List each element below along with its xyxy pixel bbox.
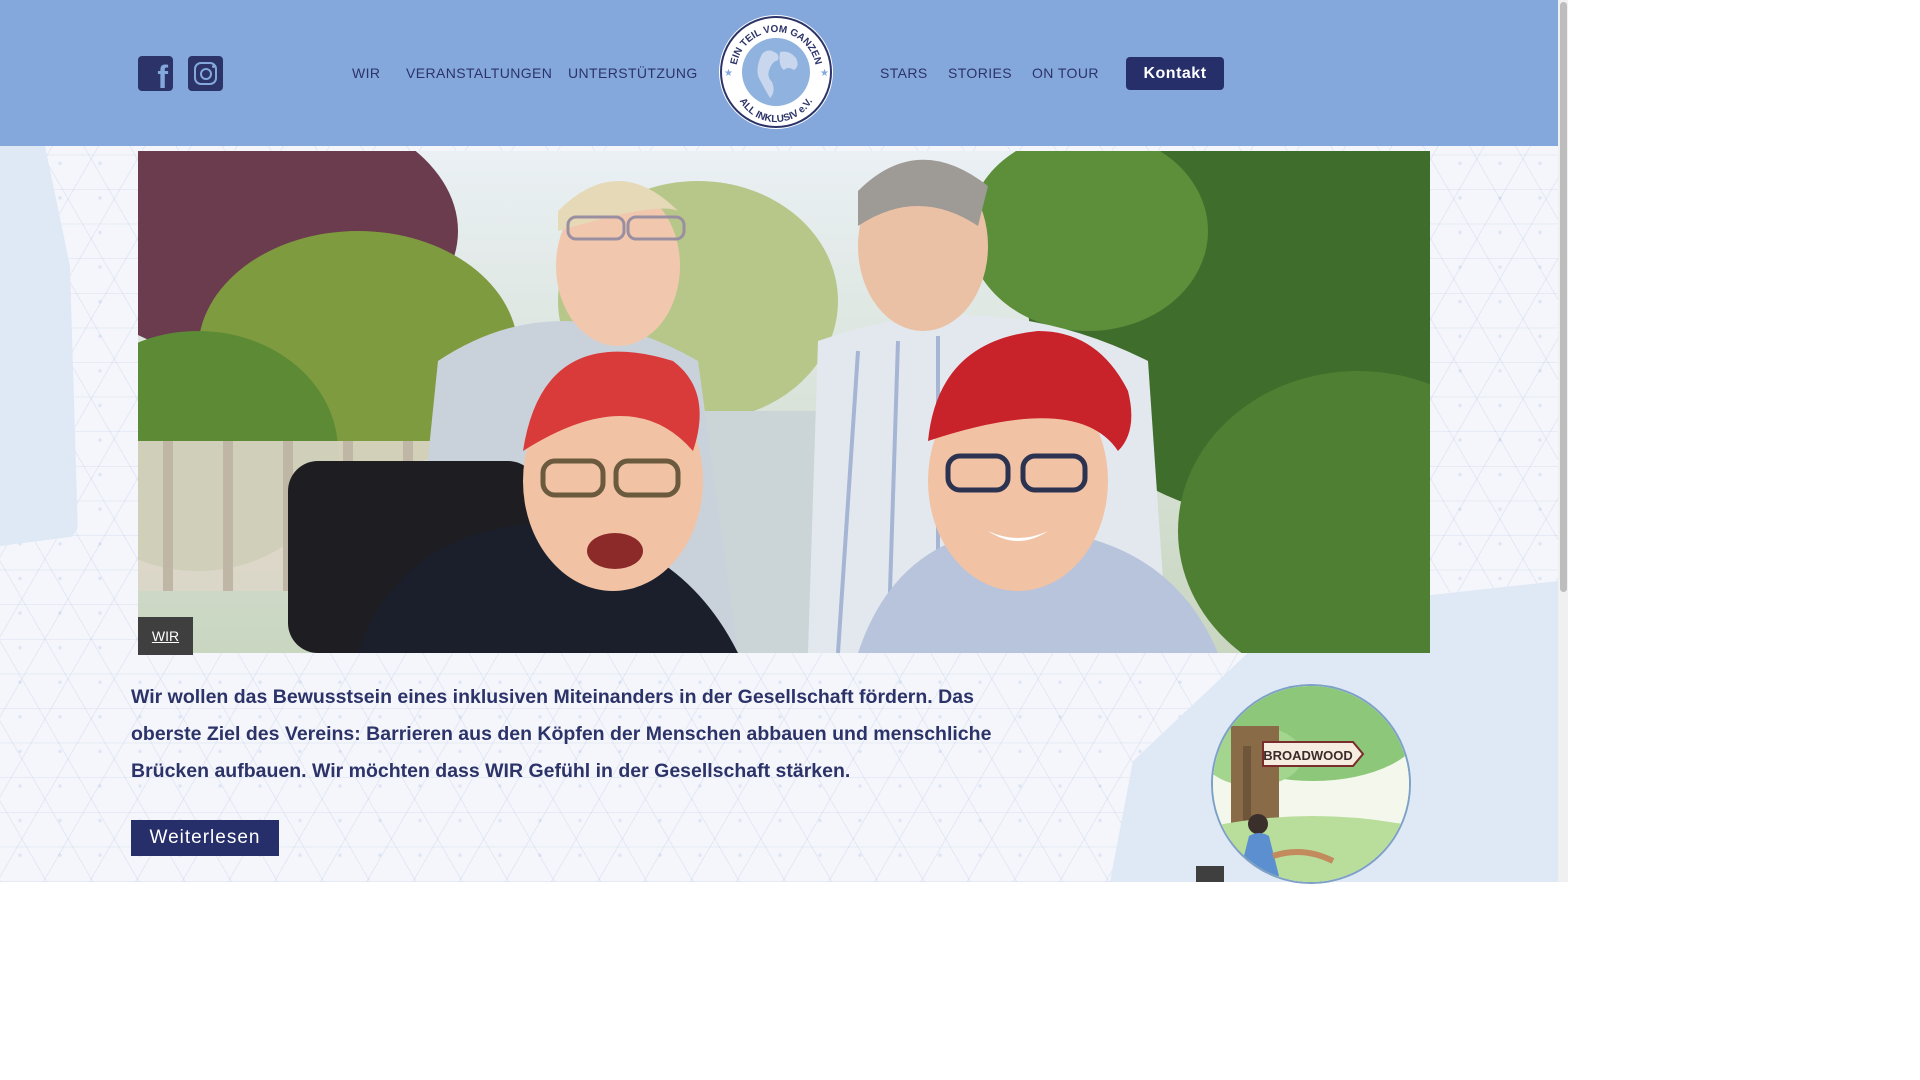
nav-link-on-tour[interactable]: ON TOUR [1032,65,1099,81]
site-header: f WIR VERANSTALTUNGEN UNTERSTÜTZUNG EIN … [0,0,1568,146]
svg-text:★: ★ [820,68,829,79]
hero-image [138,151,1430,653]
nav-link-stories[interactable]: STORIES [948,65,1012,81]
read-more-button[interactable]: Weiterlesen [131,820,279,856]
site-logo[interactable]: EIN TEIL VOM GANZEN ALL INKLUSIV e.V. ★ … [718,14,834,130]
nav-link-unterstuetzung[interactable]: UNTERSTÜTZUNG [568,65,698,81]
book-cover-image[interactable]: BROADWOOD [1211,684,1411,884]
contact-button[interactable]: Kontakt [1126,57,1224,90]
scrollbar[interactable] [1558,0,1568,882]
nav-link-stars[interactable]: STARS [880,65,928,81]
hero-caption-link[interactable]: WIR [138,617,193,655]
nav-link-veranstaltungen[interactable]: VERANSTALTUNGEN [406,65,552,81]
instagram-icon[interactable] [188,56,223,91]
scrollbar-thumb[interactable] [1560,2,1567,592]
svg-text:★: ★ [724,68,733,79]
book-sign-text: BROADWOOD [1263,748,1353,763]
carousel-control[interactable] [1196,866,1224,882]
nav-link-wir[interactable]: WIR [352,65,380,81]
facebook-icon[interactable]: f [138,56,173,93]
intro-text: Wir wollen das Bewusstsein eines inklusi… [131,686,992,782]
